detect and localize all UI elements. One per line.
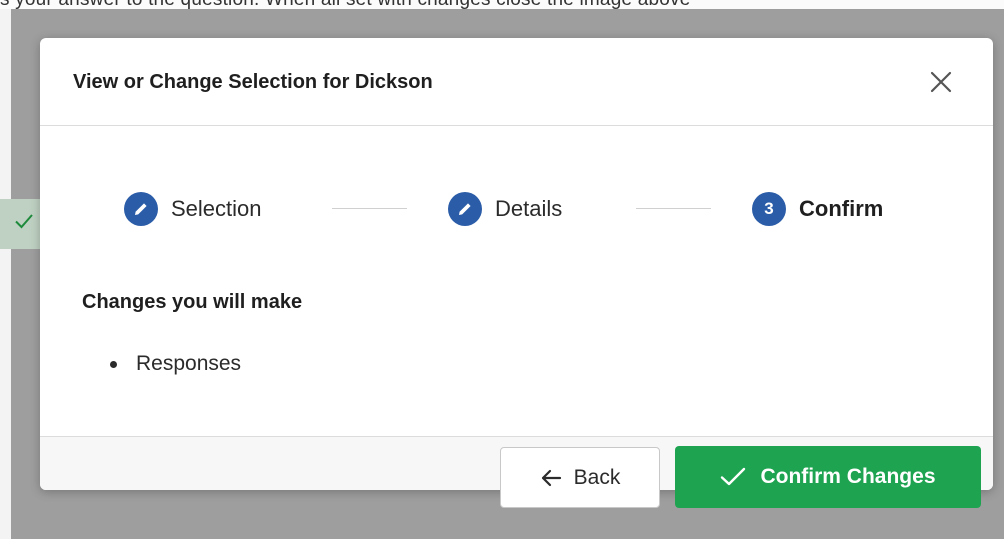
confirm-changes-button[interactable]: Confirm Changes	[675, 446, 981, 508]
confirm-changes-label: Confirm Changes	[760, 465, 936, 488]
step-details-circle	[448, 192, 482, 226]
step-selection-label: Selection	[171, 196, 262, 221]
step-selection-circle	[124, 192, 158, 226]
background-page-left	[0, 9, 11, 539]
step-details-label: Details	[495, 196, 563, 221]
background-page-top: s your answer to the question. When all …	[0, 0, 1004, 9]
background-check-icon	[15, 214, 33, 229]
background-instruction-text: s your answer to the question. When all …	[0, 0, 690, 9]
pencil-icon	[459, 203, 471, 215]
step-confirm-label: Confirm	[799, 196, 884, 221]
change-item-label: Responses	[136, 352, 242, 375]
change-selection-dialog: View or Change Selection for Dickson Sel…	[40, 38, 993, 490]
footer-actions: Back Confirm Changes	[40, 436, 993, 536]
step-confirm-number: 3	[752, 192, 786, 226]
changes-heading: Changes you will make	[82, 291, 303, 313]
step-details[interactable]: Details	[448, 191, 562, 227]
checkmark-icon	[721, 467, 746, 486]
back-button[interactable]: Back	[500, 447, 660, 508]
arrow-left-icon	[541, 469, 561, 486]
step-selection[interactable]: Selection	[124, 191, 262, 227]
step-connector	[332, 208, 407, 209]
close-button[interactable]	[925, 66, 957, 98]
step-connector	[636, 208, 711, 209]
back-button-label: Back	[573, 465, 621, 489]
step-confirm: 3 Confirm	[752, 191, 883, 227]
dialog-header: View or Change Selection for Dickson	[40, 38, 993, 126]
changes-list: Responses	[110, 352, 241, 376]
list-item: Responses	[110, 352, 241, 376]
close-icon	[930, 71, 952, 93]
pencil-icon	[135, 203, 147, 215]
progress-stepper: Selection Details 3 Confirm	[40, 188, 993, 230]
bullet-icon	[110, 360, 117, 368]
dialog-title: View or Change Selection for Dickson	[73, 71, 433, 93]
